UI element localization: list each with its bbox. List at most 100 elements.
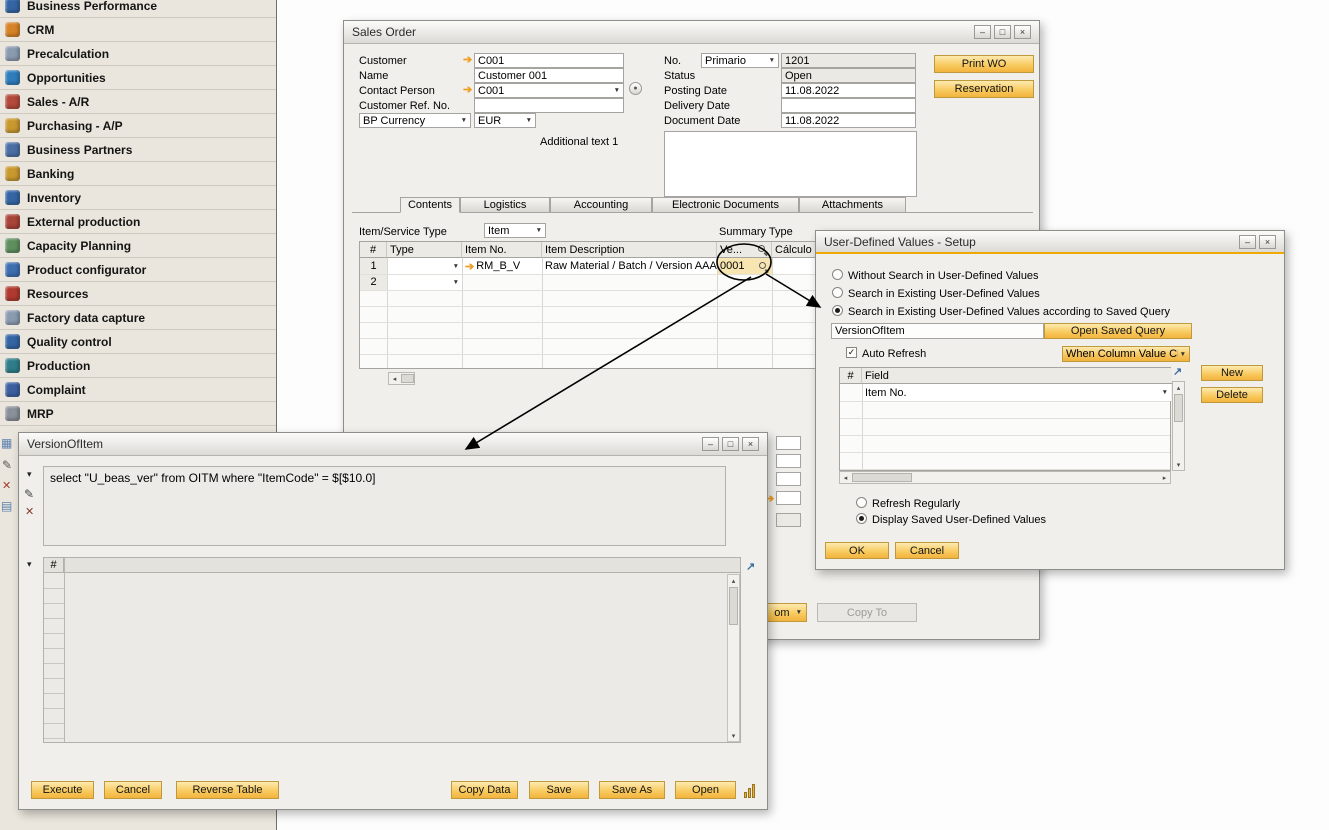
- expand-icon[interactable]: ↗: [1173, 365, 1182, 378]
- doc-number-field[interactable]: 1201: [781, 53, 916, 68]
- col-header-version[interactable]: Ve...: [717, 242, 772, 258]
- collapse-results-icon[interactable]: ▾: [27, 559, 32, 570]
- version-cell[interactable]: 0001: [717, 258, 772, 274]
- scroll-down-icon[interactable]: ▾: [728, 730, 739, 741]
- ok-button[interactable]: OK: [825, 542, 889, 559]
- sidebar-item-factory-data-capture[interactable]: Factory data capture: [0, 306, 276, 330]
- bp-currency-select[interactable]: BP Currency ▼: [359, 113, 471, 128]
- delivery-date-input[interactable]: [781, 98, 916, 113]
- link-arrow-icon[interactable]: ➔: [463, 85, 472, 96]
- minimize-icon[interactable]: –: [974, 25, 991, 39]
- radio-without-search[interactable]: [832, 269, 843, 280]
- tab-electronic-documents[interactable]: Electronic Documents: [652, 197, 799, 213]
- print-wo-button[interactable]: Print WO: [934, 55, 1034, 73]
- sidebar-item-external-production[interactable]: External production: [0, 210, 276, 234]
- copy-data-button[interactable]: Copy Data: [451, 781, 518, 799]
- sidebar-item-resources[interactable]: Resources: [0, 282, 276, 306]
- reservation-button[interactable]: Reservation: [934, 80, 1034, 98]
- tab-logistics[interactable]: Logistics: [460, 197, 550, 213]
- radio-search-existing[interactable]: [832, 287, 843, 298]
- query-window-titlebar[interactable]: VersionOfItem – □ ×: [19, 433, 767, 456]
- edit-pencil-icon[interactable]: ✎: [24, 487, 34, 501]
- sales-order-titlebar[interactable]: Sales Order – □ ×: [344, 21, 1039, 44]
- description-cell[interactable]: Raw Material / Batch / Version AAA: [542, 258, 717, 274]
- close-icon[interactable]: ×: [742, 437, 759, 451]
- scroll-up-icon[interactable]: ▴: [1173, 382, 1184, 393]
- item-no-cell[interactable]: ➔ RM_B_V: [462, 258, 542, 274]
- save-button[interactable]: Save: [529, 781, 589, 799]
- tab-accounting[interactable]: Accounting: [550, 197, 652, 213]
- cancel-button[interactable]: Cancel: [895, 542, 959, 559]
- open-saved-query-button[interactable]: Open Saved Query: [1044, 323, 1192, 339]
- sidebar-item-business-partners[interactable]: Business Partners: [0, 138, 276, 162]
- close-icon[interactable]: ×: [1014, 25, 1031, 39]
- currency-select[interactable]: EUR ▼: [474, 113, 536, 128]
- name-input[interactable]: Customer 001: [474, 68, 624, 83]
- sidebar-item-purchasing-a-p[interactable]: Purchasing - A/P: [0, 114, 276, 138]
- open-button[interactable]: Open: [675, 781, 736, 799]
- expand-icon[interactable]: ↗: [746, 560, 755, 573]
- sidebar-item-complaint[interactable]: Complaint: [0, 378, 276, 402]
- customer-input[interactable]: C001: [474, 53, 624, 68]
- sidebar-item-opportunities[interactable]: Opportunities: [0, 66, 276, 90]
- type-cell-select[interactable]: ▼: [387, 258, 462, 274]
- col-header-description[interactable]: Item Description: [542, 242, 717, 258]
- link-arrow-icon[interactable]: ➔: [465, 260, 474, 273]
- scroll-thumb[interactable]: [1174, 394, 1183, 422]
- collapse-sql-icon[interactable]: ▾: [27, 469, 32, 480]
- total-field[interactable]: [776, 454, 801, 468]
- minimize-icon[interactable]: –: [1239, 235, 1256, 249]
- scroll-down-icon[interactable]: ▾: [1173, 459, 1184, 470]
- total-field[interactable]: [776, 436, 801, 450]
- delete-button[interactable]: Delete: [1201, 387, 1263, 403]
- execute-button[interactable]: Execute: [31, 781, 94, 799]
- minimize-icon[interactable]: –: [702, 437, 719, 451]
- posting-date-input[interactable]: 11.08.2022: [781, 83, 916, 98]
- tab-contents[interactable]: Contents: [400, 197, 460, 213]
- field-cell-select[interactable]: Item No. ▼: [862, 384, 1171, 401]
- saved-query-input[interactable]: VersionOfItem: [831, 323, 1044, 339]
- sidebar-item-precalculation[interactable]: Precalculation: [0, 42, 276, 66]
- scroll-thumb[interactable]: [852, 473, 912, 482]
- udv-v-scrollbar[interactable]: ▴ ▾: [1172, 381, 1185, 471]
- scroll-right-icon[interactable]: ▸: [1159, 472, 1170, 483]
- save-as-button[interactable]: Save As: [599, 781, 665, 799]
- radio-search-saved-query[interactable]: [832, 305, 843, 316]
- contact-detail-icon[interactable]: ●: [629, 82, 642, 95]
- edit-pencil-icon[interactable]: ✎: [2, 458, 12, 472]
- sidebar-item-business-performance[interactable]: Business Performance: [0, 0, 276, 18]
- search-icon[interactable]: [758, 261, 769, 272]
- scroll-up-icon[interactable]: ▴: [728, 575, 739, 586]
- col-header-num[interactable]: #: [360, 242, 387, 258]
- maximize-icon[interactable]: □: [994, 25, 1011, 39]
- additional-text-input[interactable]: [664, 131, 917, 197]
- clear-x-icon[interactable]: ✕: [25, 505, 34, 518]
- matrix-h-scrollbar[interactable]: ◂: [388, 372, 415, 385]
- chart-icon[interactable]: [744, 783, 756, 798]
- contact-person-select[interactable]: C001 ▼: [474, 83, 624, 98]
- close-icon[interactable]: ×: [1259, 235, 1276, 249]
- link-arrow-icon[interactable]: ➔: [463, 55, 472, 66]
- radio-refresh-regularly[interactable]: [856, 497, 867, 508]
- radio-display-saved[interactable]: [856, 513, 867, 524]
- reverse-table-button[interactable]: Reverse Table: [176, 781, 279, 799]
- sidebar-item-mrp[interactable]: MRP: [0, 402, 276, 426]
- delete-x-icon[interactable]: ✕: [2, 479, 11, 492]
- sidebar-item-inventory[interactable]: Inventory: [0, 186, 276, 210]
- auto-refresh-checkbox[interactable]: ✓: [846, 347, 857, 358]
- scroll-thumb[interactable]: [401, 374, 414, 383]
- scroll-left-icon[interactable]: ◂: [840, 472, 851, 483]
- refresh-trigger-select[interactable]: When Column Value Cha ▼: [1062, 346, 1190, 362]
- total-field[interactable]: [776, 491, 801, 505]
- udv-h-scrollbar[interactable]: ◂ ▸: [839, 471, 1171, 484]
- copy-to-button[interactable]: Copy To: [817, 603, 917, 622]
- sidebar-item-banking[interactable]: Banking: [0, 162, 276, 186]
- sql-editor[interactable]: select "U_beas_ver" from OITM where "Ite…: [43, 466, 726, 546]
- total-field[interactable]: [776, 472, 801, 486]
- sidebar-item-crm[interactable]: CRM: [0, 18, 276, 42]
- list-icon[interactable]: ▤: [1, 499, 12, 513]
- item-service-type-select[interactable]: Item ▼: [484, 223, 546, 238]
- sidebar-item-production[interactable]: Production: [0, 354, 276, 378]
- new-button[interactable]: New: [1201, 365, 1263, 381]
- customer-ref-input[interactable]: [474, 98, 624, 113]
